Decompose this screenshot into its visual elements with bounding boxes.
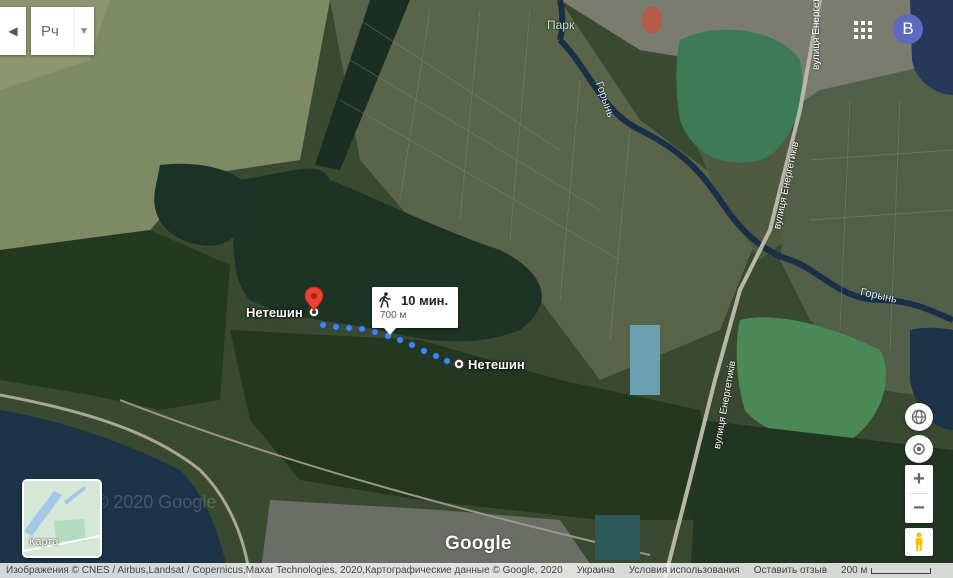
- zoom-in-button[interactable]: +: [905, 465, 933, 493]
- google-logo: Google: [445, 533, 512, 554]
- pegman-icon: [915, 532, 923, 551]
- globe-icon: [911, 409, 927, 425]
- attribution-bar: Изображения © CNES / Airbus,Landsat / Co…: [0, 563, 953, 578]
- account-avatar[interactable]: В: [893, 14, 923, 44]
- walking-icon: [379, 292, 391, 308]
- grid-icon[interactable]: [853, 20, 873, 40]
- origin-label[interactable]: Нетешин: [246, 305, 303, 320]
- my-location-button[interactable]: [905, 435, 933, 463]
- country-link[interactable]: Украина: [577, 565, 615, 576]
- map-layer-toggle[interactable]: Карта: [22, 479, 102, 558]
- attribution-text: Изображения © CNES / Airbus,Landsat / Co…: [6, 565, 563, 576]
- pegman-button[interactable]: [905, 528, 933, 556]
- zoom-control: + −: [905, 465, 933, 523]
- layer-toggle-label: Карта: [29, 536, 59, 548]
- route-duration: 10 мин.: [401, 293, 449, 308]
- street-label-top: вулиця Енергетиків: [811, 0, 822, 70]
- zoom-out-button[interactable]: −: [905, 494, 933, 522]
- globe-button[interactable]: [905, 403, 933, 431]
- route-info-bubble[interactable]: 10 мин. 700 м: [372, 287, 458, 335]
- destination-label[interactable]: Нетешин: [468, 357, 525, 372]
- park-label: Парк: [547, 18, 575, 32]
- scale-label[interactable]: 200 м: [841, 565, 867, 576]
- collapse-panel-button[interactable]: ◀: [0, 7, 26, 55]
- map-watermark: © 2020 Google: [95, 492, 217, 512]
- terms-link[interactable]: Условия использования: [629, 565, 740, 576]
- language-label: Рч: [41, 22, 59, 40]
- route-distance: 700 м: [380, 310, 407, 321]
- feedback-link[interactable]: Оставить отзыв: [754, 565, 827, 576]
- chevron-left-icon: ◀: [8, 24, 18, 38]
- scale-bar: [871, 567, 932, 574]
- language-selector[interactable]: Рч ▼: [31, 7, 94, 55]
- triangle-down-icon[interactable]: ▼: [73, 7, 94, 55]
- my-location-icon: [913, 443, 925, 455]
